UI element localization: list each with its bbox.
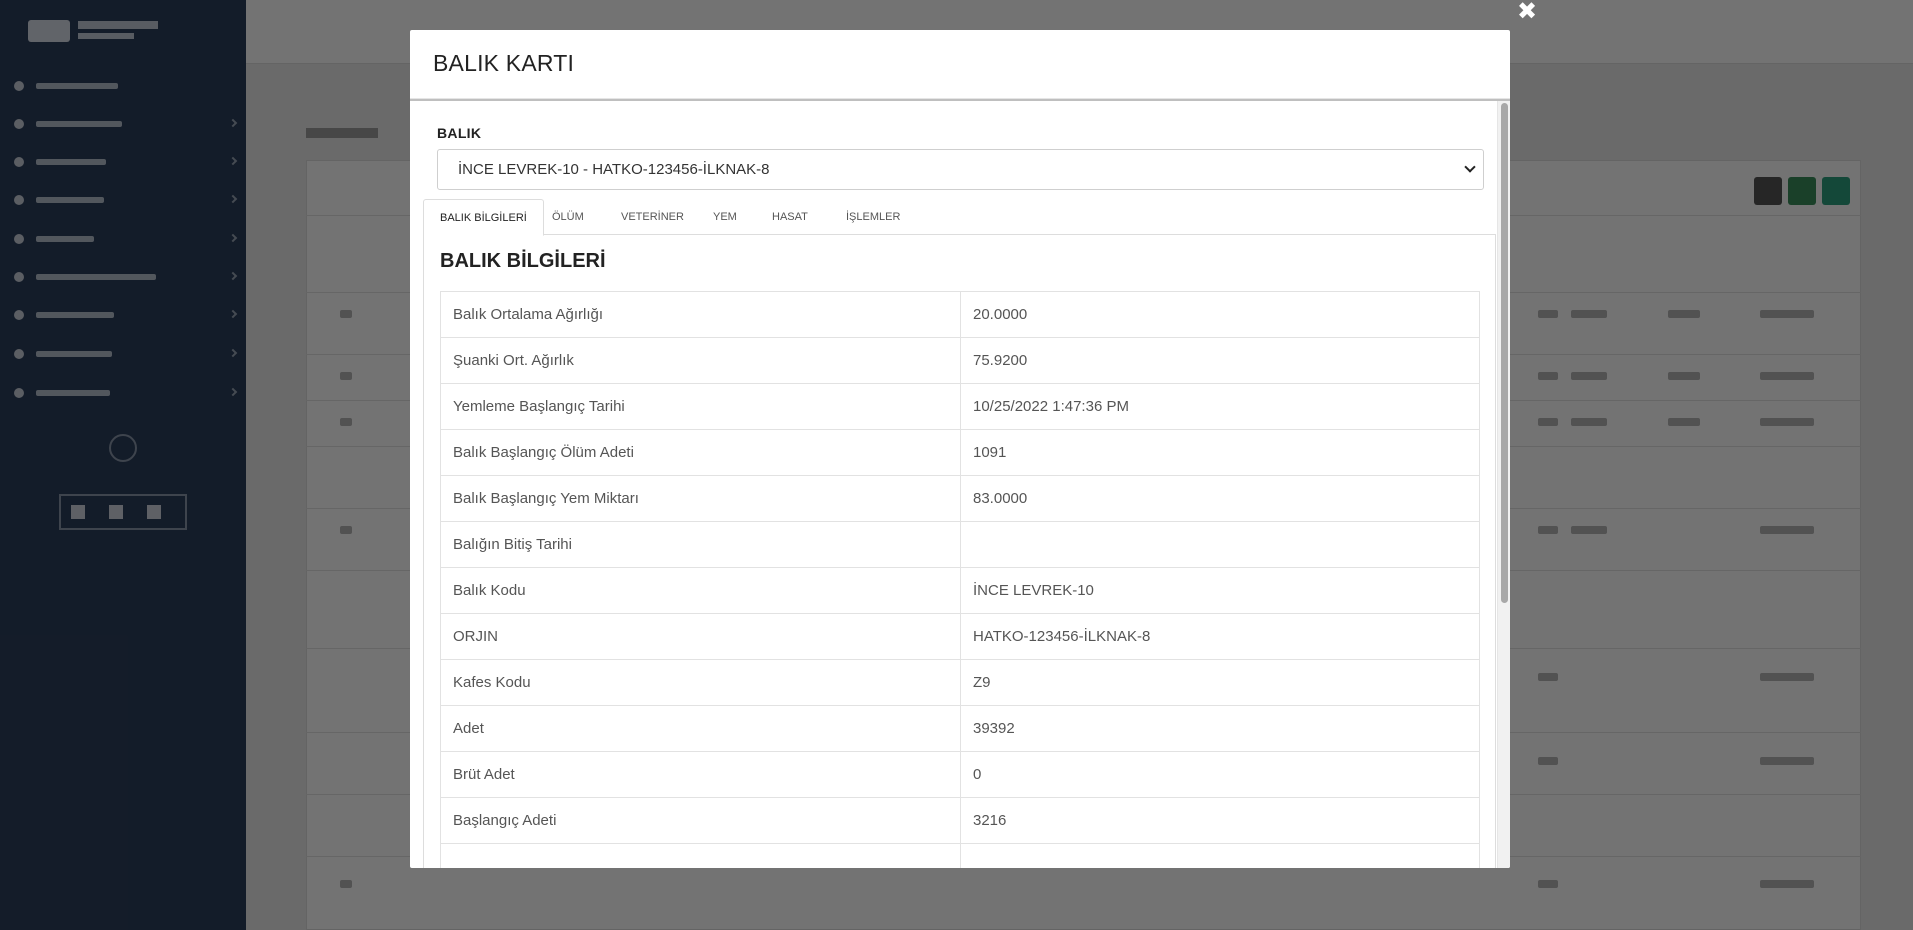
row-key: Adet [440, 705, 961, 752]
row-key: Balık Başlangıç Yem Miktarı [440, 475, 961, 522]
row-value: HATKO-123456-İLKNAK-8 [960, 613, 1480, 660]
table-row: Başlangıç Adeti 3216 [440, 797, 1480, 844]
table-row: Balığın Bitiş Tarihi [440, 521, 1480, 568]
tab-hasat[interactable]: HASAT [756, 199, 824, 235]
row-value: 75.9200 [960, 337, 1480, 384]
row-key: Balık Kodu [440, 567, 961, 614]
table-row: Balık Kodu İNCE LEVREK-10 [440, 567, 1480, 614]
modal-header: BALIK KARTI [410, 30, 1510, 99]
chevron-down-icon [1464, 161, 1476, 173]
row-key: Balık Başlangıç Ölüm Adeti [440, 429, 961, 476]
tab-veteriner[interactable]: VETERİNER [605, 199, 700, 235]
row-key: Balığın Bitiş Tarihi [440, 521, 961, 568]
table-row: Balık Başlangıç Ölüm Adeti 1091 [440, 429, 1480, 476]
info-table: Balık Ortalama Ağırlığı 20.0000 Şuanki Or… [440, 291, 1480, 868]
row-value: 20.0000 [960, 291, 1480, 338]
row-value: 0 [960, 751, 1480, 798]
row-value: Z9 [960, 659, 1480, 706]
table-row: Balık Ortalama Ağırlığı 20.0000 [440, 291, 1480, 338]
table-row: Kafes Kodu Z9 [440, 659, 1480, 706]
row-key: Yemleme Başlangıç Tarihi [440, 383, 961, 430]
table-row: Şuanki Ort. Ağırlık 75.9200 [440, 337, 1480, 384]
row-key: Brüt Adet [440, 751, 961, 798]
balik-select-label: BALIK [437, 125, 482, 141]
modal-body: BALIK İNCE LEVREK-10 - HATKO-123456-İLKN… [410, 99, 1510, 868]
close-icon[interactable]: ✖ [1514, 0, 1540, 23]
row-value: 1091 [960, 429, 1480, 476]
scrollbar-thumb[interactable] [1501, 103, 1508, 603]
row-key: Başlangıç Adeti [440, 797, 961, 844]
row-value: İNCE LEVREK-10 [960, 567, 1480, 614]
tab-olum[interactable]: ÖLÜM [536, 199, 600, 235]
row-key: Şuanki Ort. Ağırlık [440, 337, 961, 384]
panel-title: BALIK BİLGİLERİ [440, 250, 606, 272]
tab-panel-balik-bilgileri: BALIK BİLGİLERİ Balık Ortalama Ağırlığı 2… [423, 235, 1496, 868]
tab-balik-bilgileri[interactable]: BALIK BİLGİLERİ [423, 199, 544, 236]
table-row: Yemleme Başlangıç Tarihi 10/25/2022 1:47:… [440, 383, 1480, 430]
balik-karti-modal: BALIK KARTI BALIK İNCE LEVREK-10 - HATKO… [410, 30, 1510, 868]
table-row [440, 843, 1480, 868]
row-key: Balık Ortalama Ağırlığı [440, 291, 961, 338]
row-value: 3216 [960, 797, 1480, 844]
row-key: ORJIN [440, 613, 961, 660]
table-row: ORJIN HATKO-123456-İLKNAK-8 [440, 613, 1480, 660]
row-value [960, 521, 1480, 568]
tab-bar: BALIK BİLGİLERİ ÖLÜM VETERİNER YEM HASAT… [423, 199, 1496, 236]
tab-yem[interactable]: YEM [697, 199, 753, 235]
table-row: Brüt Adet 0 [440, 751, 1480, 798]
row-value: 83.0000 [960, 475, 1480, 522]
modal-scrollbar[interactable] [1497, 101, 1510, 868]
balik-select-value: İNCE LEVREK-10 - HATKO-123456-İLKNAK-8 [458, 161, 770, 178]
modal-title: BALIK KARTI [433, 50, 575, 76]
tab-islemler[interactable]: İŞLEMLER [830, 199, 916, 235]
row-key: Kafes Kodu [440, 659, 961, 706]
balik-select[interactable]: İNCE LEVREK-10 - HATKO-123456-İLKNAK-8 [437, 149, 1484, 190]
table-row: Balık Başlangıç Yem Miktarı 83.0000 [440, 475, 1480, 522]
row-value: 10/25/2022 1:47:36 PM [960, 383, 1480, 430]
table-row: Adet 39392 [440, 705, 1480, 752]
row-value: 39392 [960, 705, 1480, 752]
